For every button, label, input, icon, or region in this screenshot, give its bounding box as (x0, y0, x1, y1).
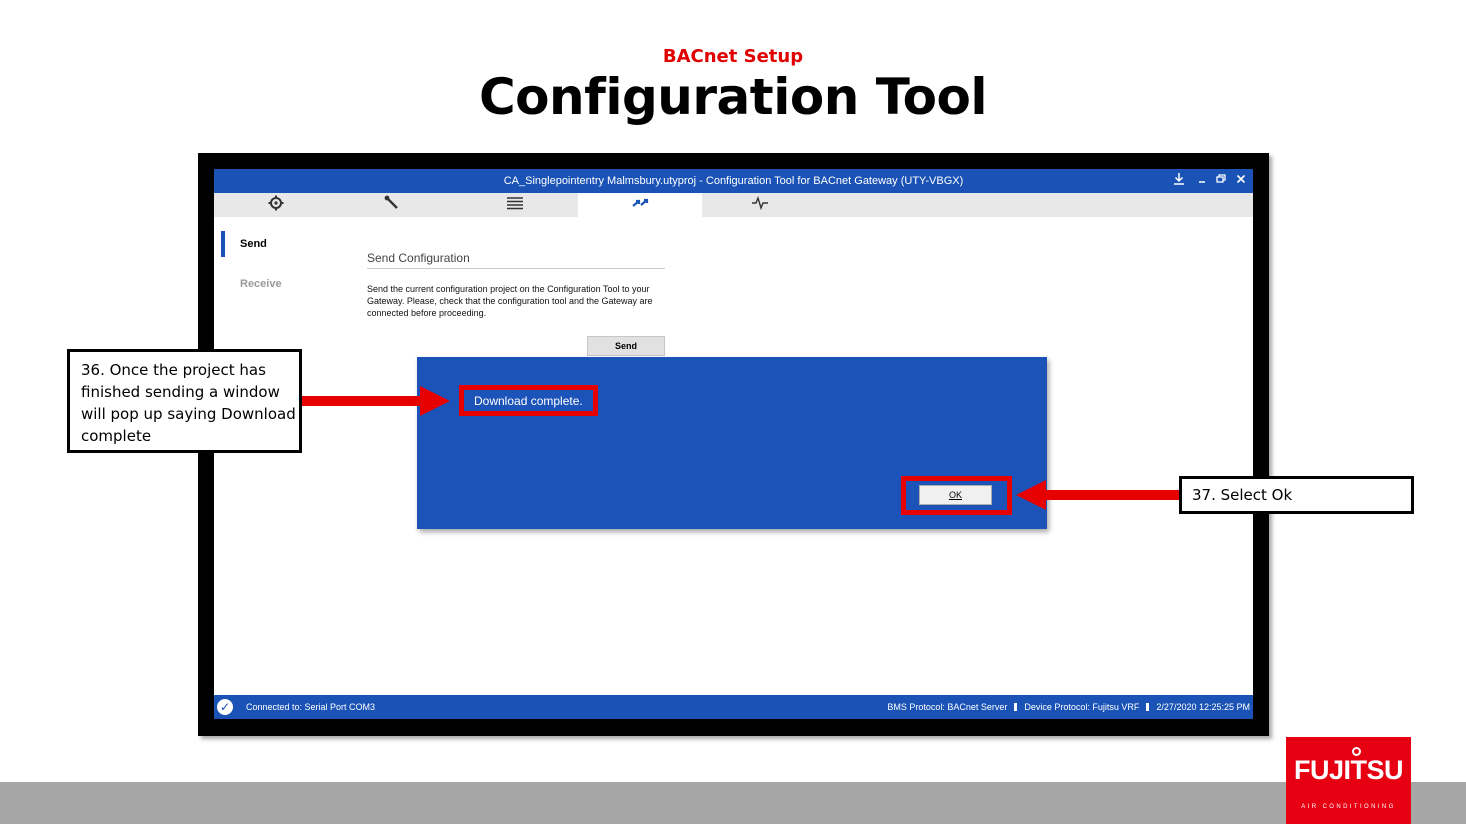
separator (1146, 703, 1150, 711)
tab-list[interactable] (453, 193, 577, 217)
slide-subtitle: BACnet Setup (662, 46, 804, 67)
wrench-icon (383, 194, 401, 217)
sidebar-item-receive[interactable]: Receive (240, 278, 282, 290)
separator (1014, 703, 1018, 711)
arrow-left-icon (1016, 480, 1182, 510)
arrow-right-icon (300, 386, 450, 416)
logo-brand: FUJITSU (1293, 755, 1404, 785)
ok-highlight-box (901, 476, 1012, 515)
section-divider (367, 268, 665, 269)
active-indicator (221, 231, 225, 257)
callout-step-36: 36. Once the project has finished sendin… (67, 349, 302, 453)
section-heading: Send Configuration (367, 251, 470, 265)
sidebar-item-label: Send (240, 238, 267, 250)
transfer-icon (631, 196, 649, 215)
gear-refresh-icon (267, 194, 285, 217)
window-titlebar: CA_Singlepointentry Malmsbury.utyproj - … (214, 169, 1253, 193)
connection-status: Connected to: Serial Port COM3 (246, 702, 376, 712)
list-icon (506, 196, 524, 215)
section-description: Send the current configuration project o… (367, 284, 653, 318)
status-timestamp: 2/27/2020 12:25:25 PM (1156, 702, 1250, 712)
device-protocol: Device Protocol: Fujitsu VRF (1024, 702, 1140, 712)
window-title: CA_Singlepointentry Malmsbury.utyproj - … (503, 175, 964, 187)
check-icon: ✓ (217, 699, 233, 715)
main-toolbar (214, 193, 1253, 217)
tab-wrench[interactable] (330, 193, 454, 217)
logo-tagline: AIR CONDITIONING (1301, 804, 1396, 810)
download-icon[interactable] (1172, 172, 1186, 189)
slide-title: Configuration Tool (478, 68, 988, 126)
close-icon[interactable] (1235, 172, 1247, 189)
minimize-icon[interactable] (1196, 172, 1208, 189)
fujitsu-logo: FUJITSU AIR CONDITIONING (1286, 737, 1411, 824)
tab-transfer[interactable] (578, 193, 702, 217)
bms-protocol: BMS Protocol: BACnet Server (887, 702, 1008, 712)
restore-icon[interactable] (1215, 172, 1227, 189)
tab-pulse[interactable] (698, 193, 822, 217)
callout-step-37: 37. Select Ok (1179, 476, 1414, 514)
message-highlight-box (459, 385, 598, 416)
status-right: BMS Protocol: BACnet Server Device Protoc… (887, 702, 1250, 712)
footer-bar (0, 782, 1466, 824)
status-bar: ✓ Connected to: Serial Port COM3 BMS Pro… (214, 695, 1253, 719)
pulse-icon (751, 195, 769, 215)
tab-gear-refresh[interactable] (214, 193, 338, 217)
send-button[interactable]: Send (587, 336, 665, 356)
sidebar-item-send[interactable]: Send (221, 231, 281, 257)
